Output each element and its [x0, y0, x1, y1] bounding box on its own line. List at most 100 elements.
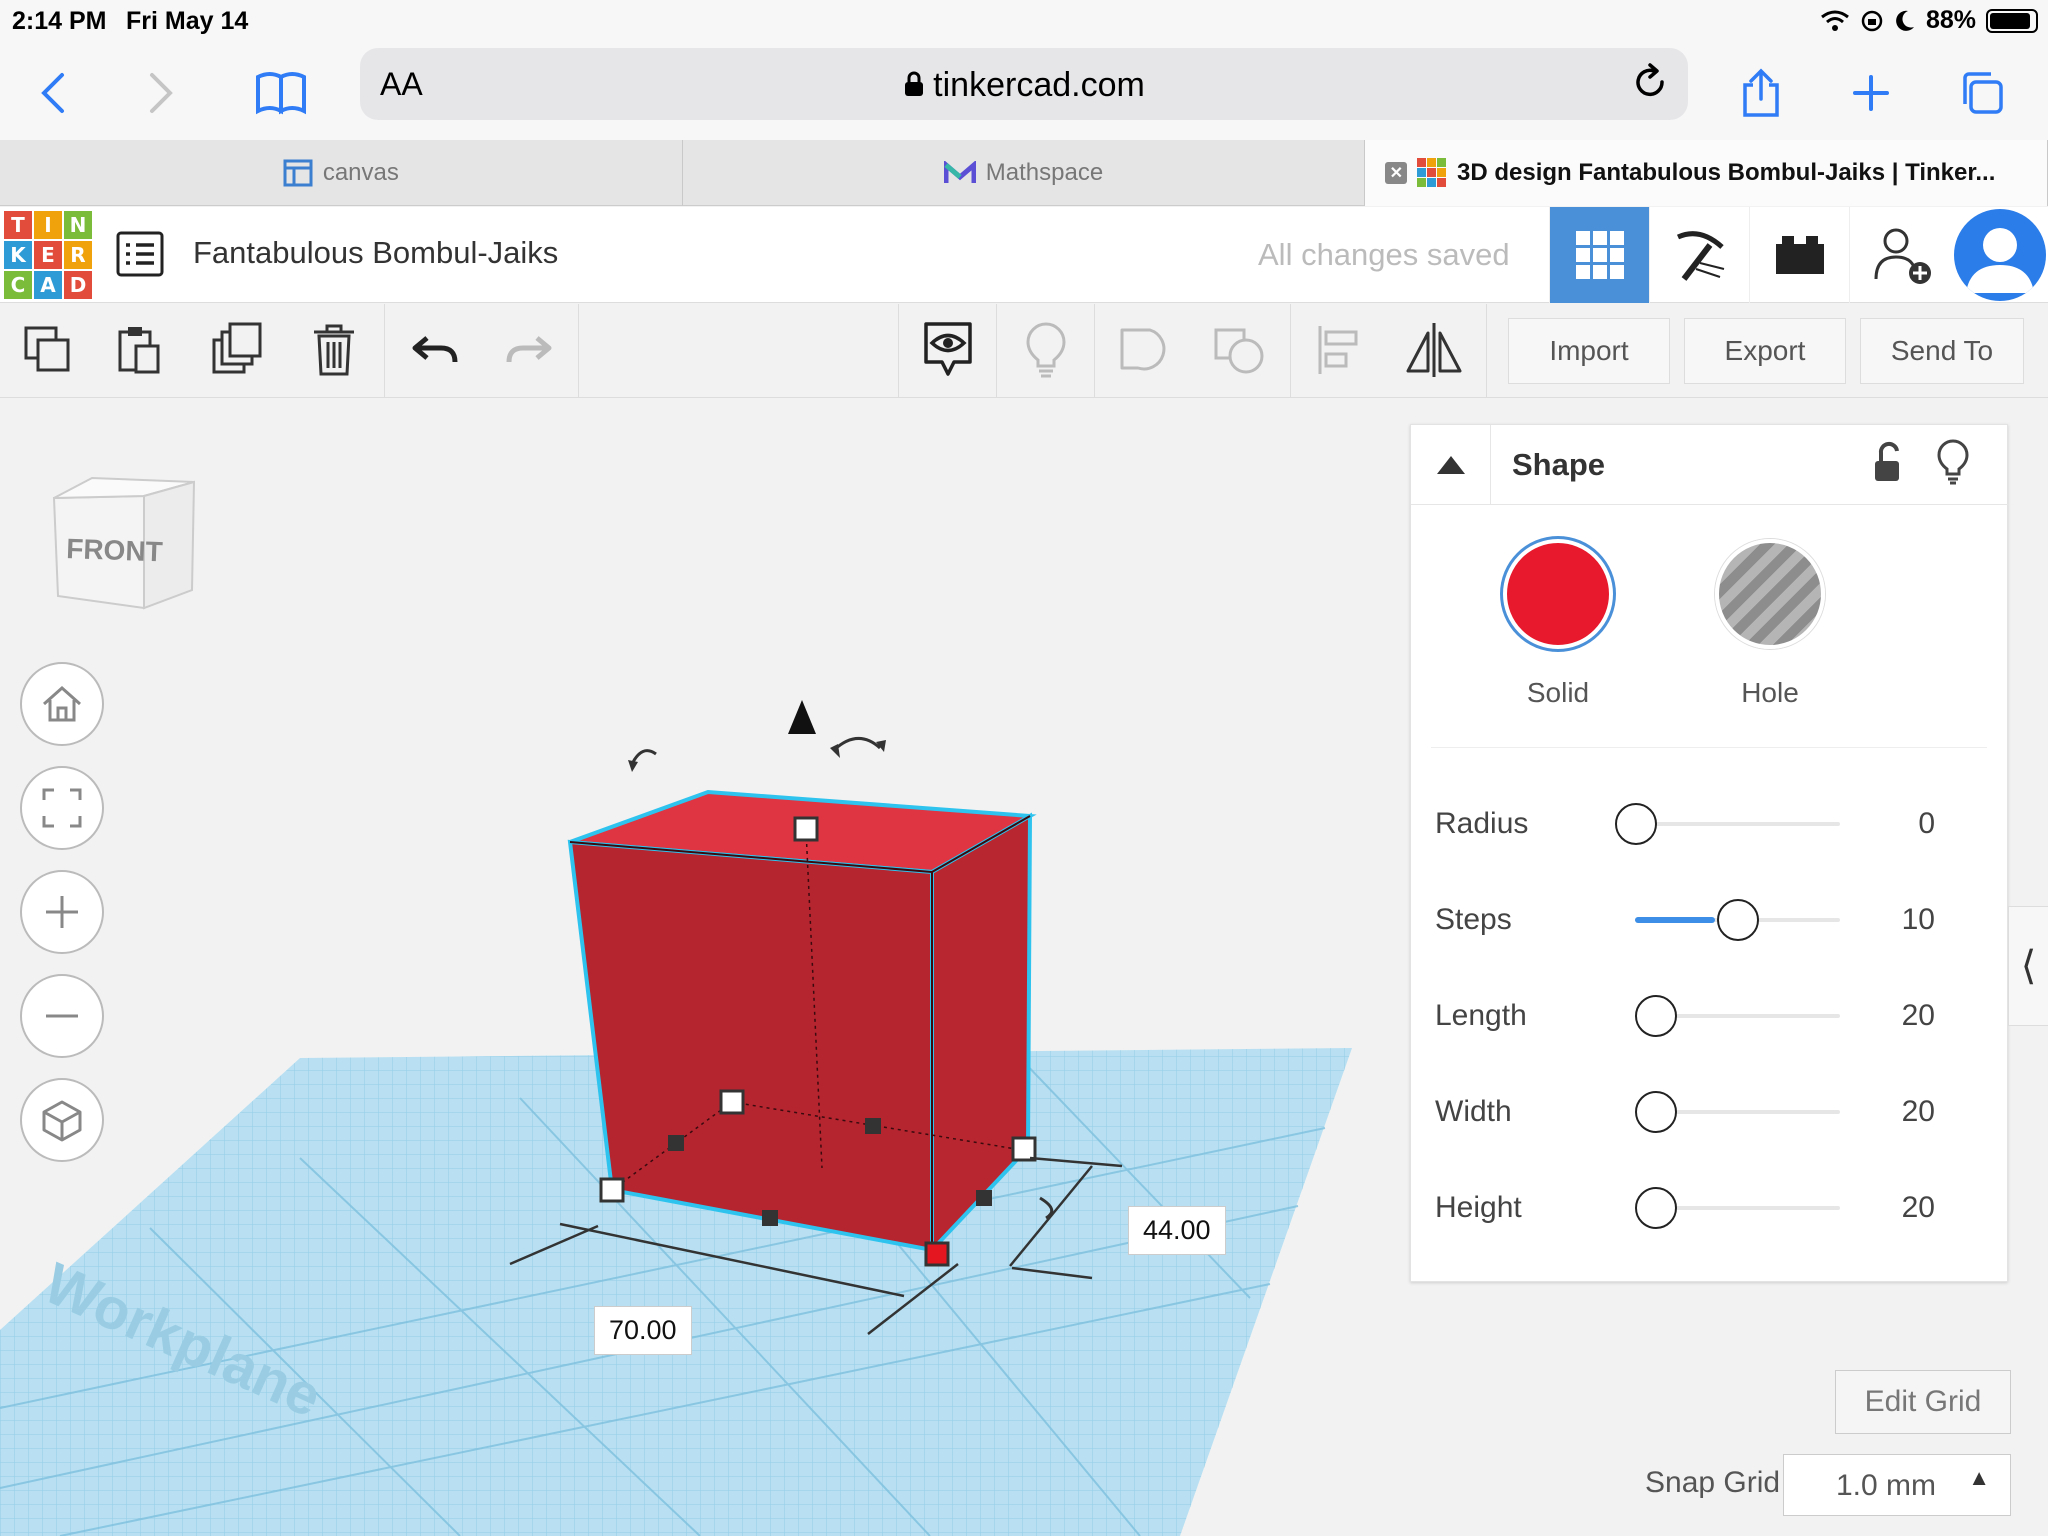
length-dimension-label[interactable]: 70.00	[594, 1306, 692, 1355]
invite-collaborator-button[interactable]	[1849, 207, 1954, 303]
hints-button[interactable]	[1014, 318, 1078, 382]
paste-button[interactable]	[108, 318, 172, 382]
design-list-button[interactable]	[116, 231, 164, 282]
zoom-in-button[interactable]	[20, 870, 104, 954]
handle-right-corner[interactable]	[1011, 1136, 1037, 1162]
moon-icon	[1896, 10, 1914, 31]
length-value[interactable]: 20	[1902, 999, 1935, 1033]
trash-icon	[314, 324, 354, 376]
add-user-icon	[1874, 228, 1931, 284]
back-button[interactable]	[18, 58, 88, 128]
design-title[interactable]: Fantabulous Bombul-Jaiks	[193, 235, 558, 271]
duplicate-button[interactable]	[206, 318, 270, 382]
lightbulb-icon	[1937, 439, 1969, 485]
logo-letter: A	[34, 271, 62, 299]
export-button[interactable]: Export	[1684, 318, 1846, 384]
bookmarks-button[interactable]	[246, 58, 316, 128]
mathspace-icon	[943, 161, 976, 183]
canvas-icon	[283, 159, 313, 187]
import-button[interactable]: Import	[1508, 318, 1670, 384]
undo-icon	[412, 336, 458, 363]
tab-tinkercad[interactable]: ✕ 3D design Fantabulous Bombul-Jaiks | T…	[1365, 140, 2048, 206]
handle-top[interactable]	[793, 816, 819, 842]
triangle-up-icon	[1436, 456, 1465, 474]
hole-label[interactable]: Hole	[1690, 677, 1850, 709]
new-tab-button[interactable]	[1836, 58, 1906, 128]
radius-property: Radius 0	[1435, 793, 1995, 853]
rotate-arrow-icon[interactable]	[832, 737, 882, 752]
box-shape[interactable]	[567, 789, 1037, 1256]
blocks-view-button[interactable]	[1649, 207, 1749, 303]
steps-slider-knob[interactable]	[1717, 899, 1759, 941]
handle-left-edge[interactable]	[668, 1135, 684, 1151]
mirror-button[interactable]	[1402, 318, 1466, 382]
snap-grid-select[interactable]: 1.0 mm ▲	[1783, 1454, 2011, 1516]
app-header: T I N K E R C A D Fantabulous Bombul-Jai…	[0, 207, 2048, 303]
width-value[interactable]: 20	[1902, 1095, 1935, 1129]
close-tab-icon[interactable]: ✕	[1385, 162, 1408, 184]
brick-icon	[1775, 236, 1824, 274]
tab-mathspace[interactable]: Mathspace	[683, 140, 1366, 206]
handle-back-edge[interactable]	[865, 1118, 881, 1134]
steps-slider-fill	[1635, 917, 1715, 923]
fit-view-icon	[42, 788, 82, 828]
lock-shape-button[interactable]	[1871, 441, 1903, 490]
copy-button[interactable]	[16, 318, 80, 382]
collapse-panel-button[interactable]	[1411, 425, 1491, 505]
radius-value[interactable]: 0	[1918, 807, 1935, 841]
height-value[interactable]: 20	[1902, 1191, 1935, 1225]
shape-hint-button[interactable]	[1937, 439, 1969, 490]
group-button[interactable]	[1112, 318, 1176, 382]
align-button[interactable]	[1306, 318, 1370, 382]
radius-slider-knob[interactable]	[1615, 803, 1657, 845]
view-cube[interactable]: FRONT	[44, 458, 204, 623]
ungroup-button[interactable]	[1208, 318, 1272, 382]
handle-front-corner[interactable]	[924, 1241, 950, 1267]
radius-slider-track[interactable]	[1635, 822, 1840, 826]
address-bar[interactable]: AA tinkercad.com	[360, 48, 1688, 120]
user-avatar[interactable]	[1954, 209, 2046, 301]
share-button[interactable]	[1726, 58, 1796, 128]
width-dimension-label[interactable]: 44.00	[1128, 1206, 1226, 1255]
send-to-button[interactable]: Send To	[1860, 318, 2024, 384]
logo-letter: E	[34, 241, 62, 269]
handle-right-edge[interactable]	[976, 1190, 992, 1206]
zoom-out-button[interactable]	[20, 974, 104, 1058]
width-property: Width 20	[1435, 1081, 1995, 1141]
tab-canvas[interactable]: canvas	[0, 140, 683, 206]
perspective-toggle-button[interactable]	[20, 1078, 104, 1162]
3d-scene[interactable]: Workplane	[0, 398, 1400, 1536]
shapes-drawer-toggle[interactable]: ⟨	[2008, 906, 2048, 1026]
home-view-button[interactable]	[20, 662, 104, 746]
undo-button[interactable]	[404, 318, 468, 382]
hole-swatch[interactable]	[1715, 539, 1825, 649]
height-slider-knob[interactable]	[1635, 1187, 1677, 1229]
bricks-view-button[interactable]	[1749, 207, 1849, 303]
steps-value[interactable]: 10	[1902, 903, 1935, 937]
edit-toolbar: Import Export Send To	[0, 304, 2048, 398]
solid-color-swatch[interactable]	[1503, 539, 1613, 649]
edit-grid-button[interactable]: Edit Grid	[1835, 1370, 2011, 1434]
fit-view-button[interactable]	[20, 766, 104, 850]
width-slider-knob[interactable]	[1635, 1091, 1677, 1133]
reload-button[interactable]	[1630, 62, 1670, 107]
logo-letter: C	[4, 271, 32, 299]
3d-design-view-button[interactable]	[1549, 207, 1649, 303]
forward-button[interactable]	[126, 58, 196, 128]
redo-button[interactable]	[496, 318, 560, 382]
lock-icon	[905, 71, 924, 96]
url-display[interactable]: tinkercad.com	[360, 66, 1688, 105]
tinkercad-logo[interactable]: T I N K E R C A D	[4, 211, 92, 299]
logo-letter: K	[4, 241, 32, 269]
handle-back-corner[interactable]	[719, 1089, 745, 1115]
delete-button[interactable]	[302, 318, 366, 382]
notes-button[interactable]	[916, 318, 980, 382]
tabs-overview-button[interactable]	[1946, 58, 2016, 128]
length-slider-knob[interactable]	[1635, 995, 1677, 1037]
handle-left-corner[interactable]	[599, 1177, 625, 1203]
toolbar-divider	[1290, 304, 1291, 398]
solid-label[interactable]: Solid	[1478, 677, 1638, 709]
property-label: Steps	[1435, 903, 1512, 936]
lift-arrow-icon[interactable]	[788, 700, 816, 734]
handle-front-edge[interactable]	[762, 1210, 778, 1226]
